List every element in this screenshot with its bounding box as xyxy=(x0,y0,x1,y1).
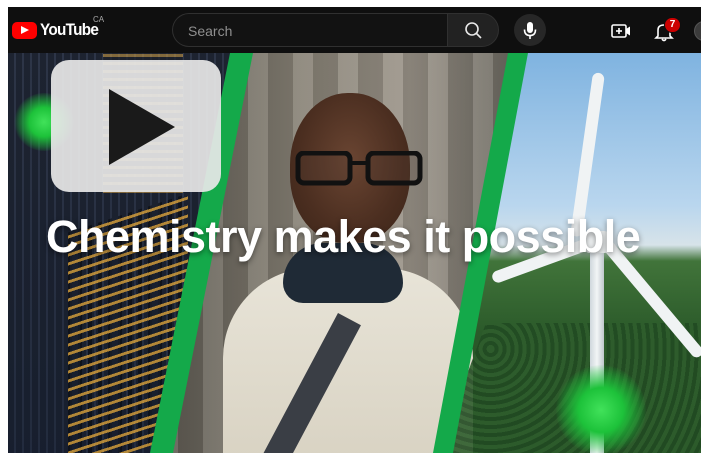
youtube-logo-icon xyxy=(12,21,37,39)
microphone-icon xyxy=(523,22,537,39)
search-placeholder: Search xyxy=(188,23,233,39)
play-icon xyxy=(109,89,175,165)
glasses-graphic xyxy=(295,151,423,186)
youtube-logo[interactable]: YouTube xyxy=(12,19,105,41)
top-bar: YouTube CA Search 7 xyxy=(8,7,701,53)
logo-text: YouTube xyxy=(40,20,99,39)
search-input[interactable]: Search xyxy=(172,13,447,47)
search-icon xyxy=(465,22,482,39)
create-video-icon xyxy=(611,24,630,38)
country-code: CA xyxy=(93,15,105,24)
search-button[interactable] xyxy=(447,13,499,47)
create-button[interactable] xyxy=(609,19,633,43)
video-headline: Chemistry makes it possible xyxy=(46,211,641,262)
youtube-window: YouTube CA Search 7 Chemistry makes it p… xyxy=(8,7,701,453)
play-button[interactable] xyxy=(51,60,221,192)
notification-count-badge: 7 xyxy=(664,17,681,33)
account-avatar[interactable] xyxy=(694,21,701,41)
voice-search-button[interactable] xyxy=(514,14,546,46)
green-glow-orb xyxy=(556,365,646,453)
video-player[interactable]: Chemistry makes it possible xyxy=(8,53,701,453)
